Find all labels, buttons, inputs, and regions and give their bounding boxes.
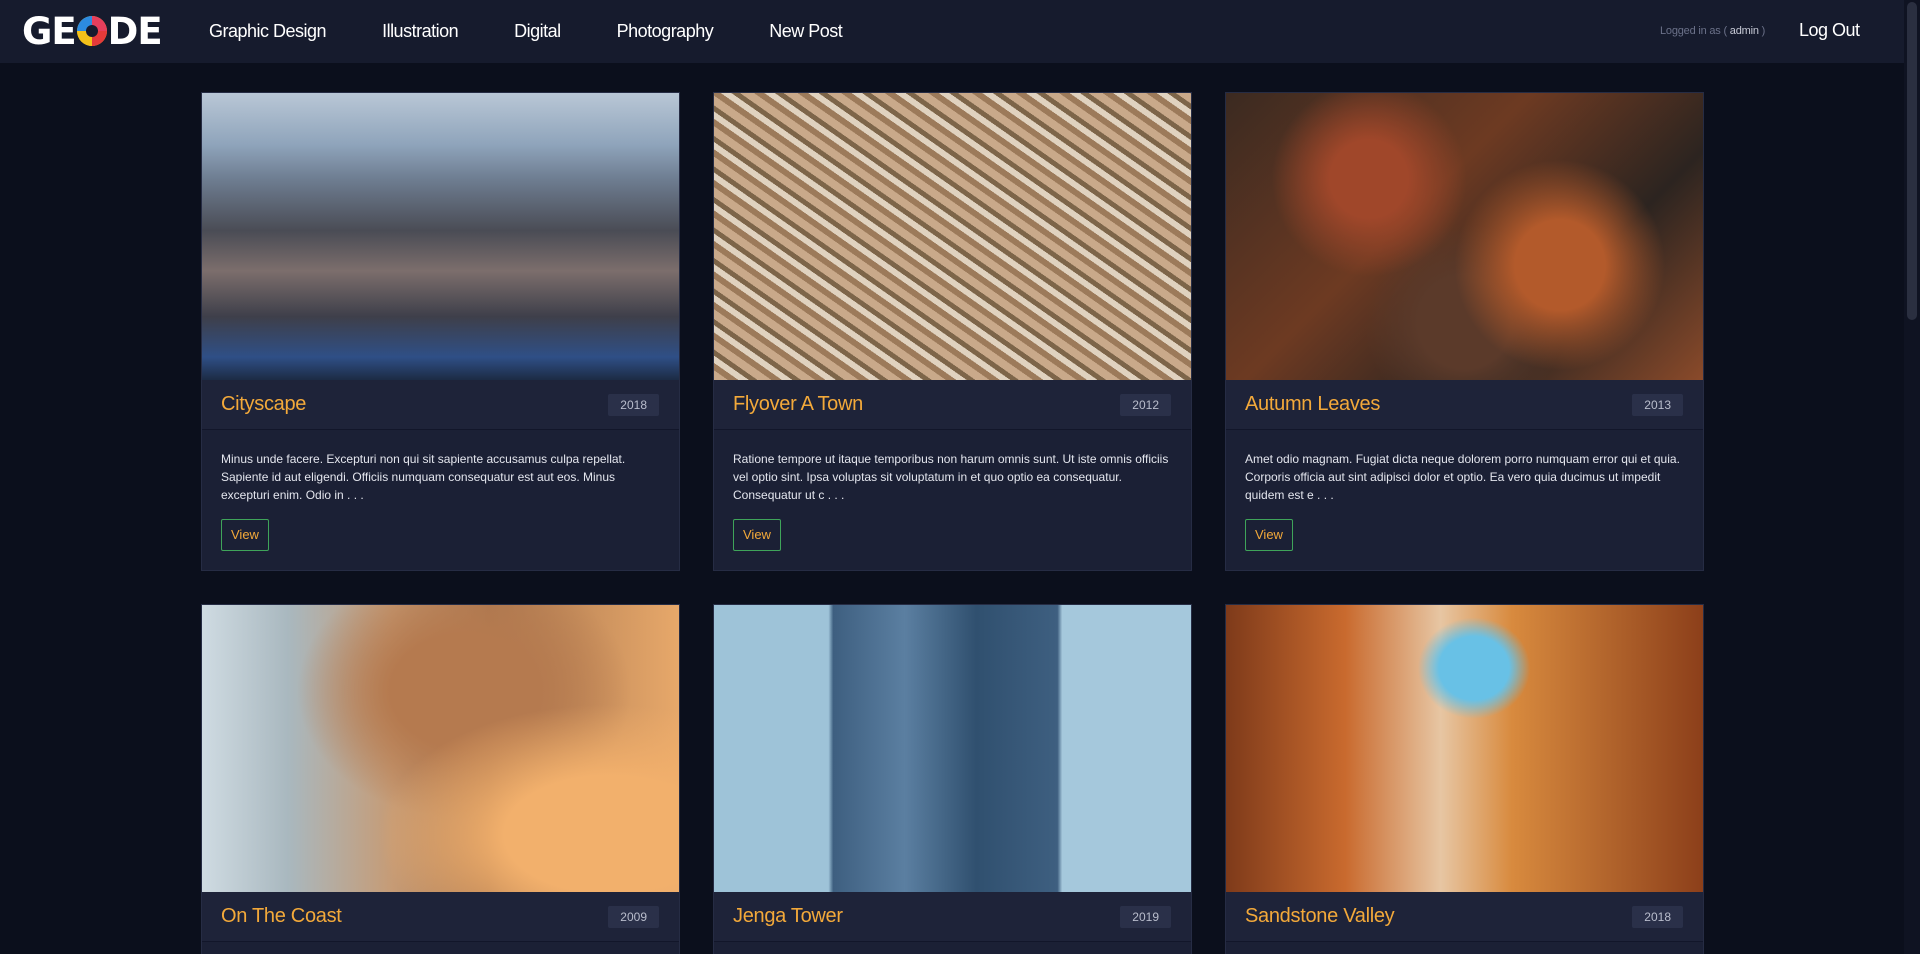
post-title[interactable]: Jenga Tower xyxy=(733,905,843,928)
post-card: Cityscape 2018 Minus unde facere. Except… xyxy=(201,92,680,571)
nav-digital[interactable]: Digital xyxy=(514,21,561,42)
nav-illustration[interactable]: Illustration xyxy=(382,21,459,42)
nav-new-post[interactable]: New Post xyxy=(769,21,843,42)
logo-wordmark: GE DE xyxy=(22,9,163,53)
post-image[interactable] xyxy=(202,93,679,380)
view-button[interactable]: View xyxy=(221,519,269,551)
post-year-badge: 2013 xyxy=(1632,394,1683,416)
post-excerpt: Amet odio magnam. Fugiat dicta neque dol… xyxy=(1245,452,1680,502)
post-image[interactable] xyxy=(1226,605,1703,892)
post-title[interactable]: Autumn Leaves xyxy=(1245,393,1380,416)
logged-in-status: Logged in as ( admin ) xyxy=(1660,25,1765,37)
view-button[interactable]: View xyxy=(733,519,781,551)
post-card: Jenga Tower 2019 xyxy=(713,604,1192,954)
logo-text-right: DE xyxy=(107,9,163,53)
logo-text-left: GE xyxy=(22,9,77,53)
card-body: Amet odio magnam. Fugiat dicta neque dol… xyxy=(1226,430,1703,570)
scrollbar-thumb[interactable] xyxy=(1907,2,1917,320)
post-image[interactable] xyxy=(714,93,1191,380)
post-title[interactable]: Cityscape xyxy=(221,393,306,416)
top-navbar: GE DE Graphic Design Illustration Digita… xyxy=(0,0,1904,63)
logged-in-suffix: ) xyxy=(1761,25,1766,37)
logged-in-username: admin xyxy=(1729,25,1759,37)
main-nav: Graphic Design Illustration Digital Phot… xyxy=(209,0,898,63)
post-card: Flyover A Town 2012 Ratione tempore ut i… xyxy=(713,92,1192,571)
card-header: Cityscape 2018 xyxy=(202,380,679,430)
post-year-badge: 2012 xyxy=(1120,394,1171,416)
card-body: Minus unde facere. Excepturi non qui sit… xyxy=(202,430,679,570)
card-body: Ratione tempore ut itaque temporibus non… xyxy=(714,430,1191,570)
page-scrollbar[interactable] xyxy=(1904,0,1920,954)
post-card: Autumn Leaves 2013 Amet odio magnam. Fug… xyxy=(1225,92,1704,571)
nav-graphic-design[interactable]: Graphic Design xyxy=(209,21,327,42)
post-excerpt: Minus unde facere. Excepturi non qui sit… xyxy=(221,452,626,502)
post-title[interactable]: Sandstone Valley xyxy=(1245,905,1395,928)
post-title[interactable]: On The Coast xyxy=(221,905,342,928)
card-header: Sandstone Valley 2018 xyxy=(1226,892,1703,942)
logout-link[interactable]: Log Out xyxy=(1799,20,1860,41)
post-image[interactable] xyxy=(202,605,679,892)
logo-color-wheel-icon xyxy=(76,16,107,46)
logged-in-prefix: Logged in as ( xyxy=(1660,25,1727,37)
post-year-badge: 2018 xyxy=(608,394,659,416)
post-excerpt: Ratione tempore ut itaque temporibus non… xyxy=(733,452,1169,502)
post-image[interactable] xyxy=(1226,93,1703,380)
post-year-badge: 2018 xyxy=(1632,906,1683,928)
nav-photography[interactable]: Photography xyxy=(617,21,714,42)
post-card: On The Coast 2009 xyxy=(201,604,680,954)
geode-logo[interactable]: GE DE xyxy=(22,9,163,53)
post-year-badge: 2019 xyxy=(1120,906,1171,928)
card-header: Flyover A Town 2012 xyxy=(714,380,1191,430)
post-image[interactable] xyxy=(714,605,1191,892)
view-button[interactable]: View xyxy=(1245,519,1293,551)
post-card: Sandstone Valley 2018 xyxy=(1225,604,1704,954)
post-title[interactable]: Flyover A Town xyxy=(733,393,863,416)
card-header: Autumn Leaves 2013 xyxy=(1226,380,1703,430)
post-year-badge: 2009 xyxy=(608,906,659,928)
card-header: On The Coast 2009 xyxy=(202,892,679,942)
card-header: Jenga Tower 2019 xyxy=(714,892,1191,942)
